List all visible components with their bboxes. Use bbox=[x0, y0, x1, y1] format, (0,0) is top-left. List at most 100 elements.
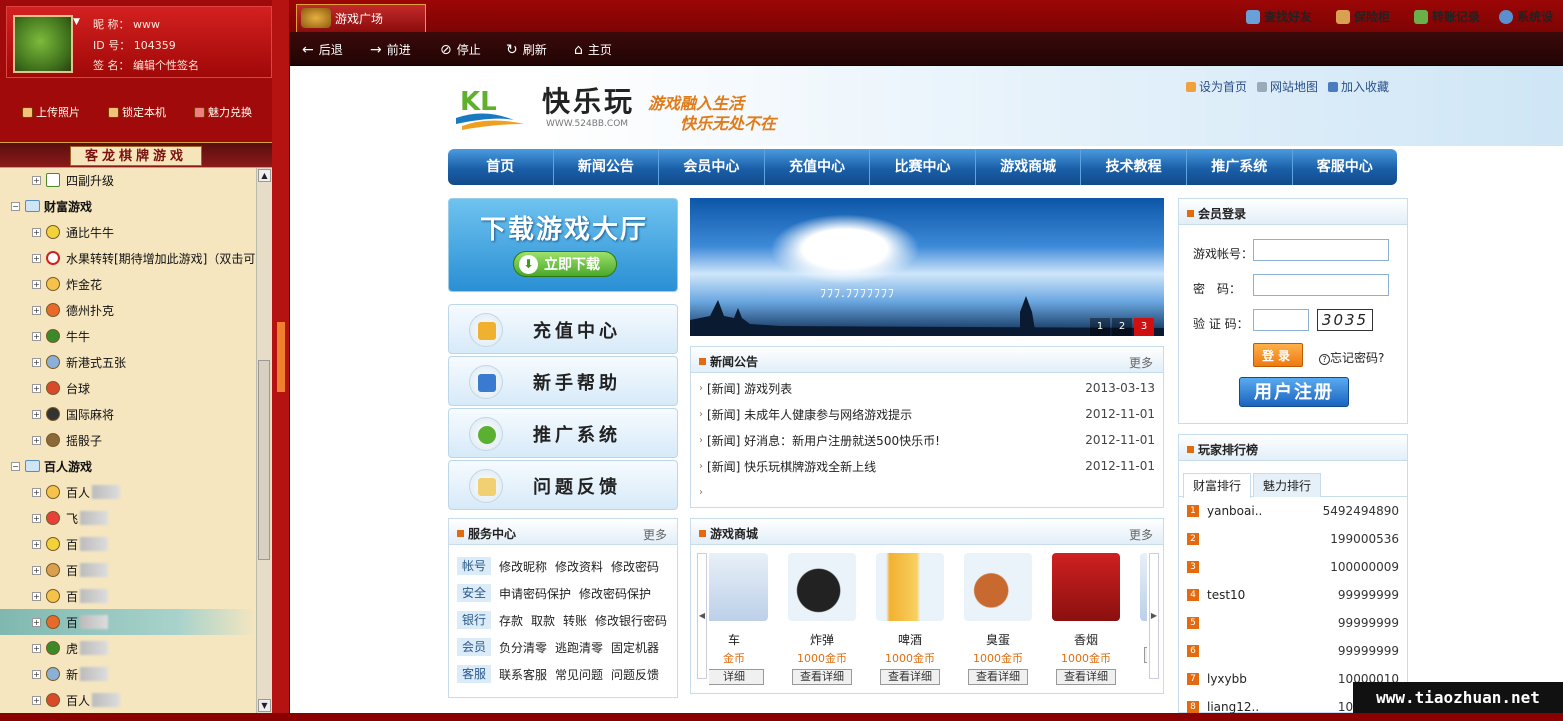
service-link[interactable]: 修改银行密码 bbox=[595, 612, 667, 629]
tree-game-item[interactable]: + 台球 bbox=[0, 375, 256, 401]
service-link[interactable]: 固定机器 bbox=[611, 639, 659, 656]
tab-wealth-rank[interactable]: 财富排行 bbox=[1183, 473, 1251, 498]
tree-game-item[interactable]: + 飞 bbox=[0, 505, 256, 531]
charm-exchange-button[interactable]: 魅力兑换 bbox=[194, 104, 252, 120]
tab-game-plaza[interactable]: 游戏广场 bbox=[296, 4, 426, 32]
service-link[interactable]: 取款 bbox=[531, 612, 555, 629]
quick-recharge[interactable]: 充值中心 bbox=[448, 304, 678, 354]
service-link[interactable]: 修改密码 bbox=[611, 558, 659, 575]
avatar[interactable] bbox=[13, 15, 73, 73]
tree-game-item[interactable]: + 百人 bbox=[0, 687, 256, 713]
tree-category-item[interactable]: − 财富游戏 bbox=[0, 193, 256, 219]
nav-item[interactable]: 充值中心 bbox=[765, 149, 871, 185]
forgot-password-link[interactable]: ? 忘记密码? bbox=[1319, 349, 1384, 366]
banner-page-2[interactable]: 2 bbox=[1112, 318, 1132, 336]
download-hall-box[interactable]: 下载游戏大厅 ⬇ 立即下载 bbox=[448, 198, 678, 292]
system-settings-link[interactable]: 系统设 bbox=[1499, 8, 1553, 25]
expand-icon[interactable]: + bbox=[32, 435, 41, 445]
safe-box-link[interactable]: 保险柜 bbox=[1336, 8, 1390, 25]
rank-player[interactable]: liang12.. bbox=[1207, 700, 1259, 714]
stop-button[interactable]: ⊘ 停止 bbox=[440, 41, 481, 58]
expand-icon[interactable]: + bbox=[32, 487, 41, 497]
tab-charm-rank[interactable]: 魅力排行 bbox=[1253, 473, 1321, 497]
upload-photo-button[interactable]: 上传照片 bbox=[22, 104, 80, 120]
news-item[interactable]: › [新闻] 游戏列表 2013-03-13 bbox=[699, 375, 1155, 401]
nav-item[interactable]: 比赛中心 bbox=[870, 149, 976, 185]
tree-game-item[interactable]: + 百 bbox=[0, 609, 256, 635]
nav-item[interactable]: 推广系统 bbox=[1187, 149, 1293, 185]
expand-icon[interactable]: + bbox=[32, 383, 41, 393]
shop-prev-arrow[interactable]: ◀ bbox=[697, 553, 707, 679]
shop-next-arrow[interactable]: ▶ bbox=[1149, 553, 1159, 679]
view-details-button[interactable]: 查看详细 bbox=[1056, 669, 1116, 685]
home-button[interactable]: ⌂ 主页 bbox=[574, 41, 612, 58]
service-link[interactable]: 联系客服 bbox=[499, 666, 547, 683]
splitter-handle[interactable] bbox=[277, 322, 285, 392]
expand-icon[interactable]: + bbox=[32, 279, 41, 289]
expand-icon[interactable]: + bbox=[32, 617, 41, 627]
expand-icon[interactable]: + bbox=[32, 539, 41, 549]
banner-page-3[interactable]: 3 bbox=[1134, 318, 1154, 336]
product-image[interactable] bbox=[788, 553, 856, 621]
collapse-icon[interactable]: − bbox=[11, 201, 20, 211]
rank-player[interactable]: yanboai.. bbox=[1207, 504, 1262, 518]
tree-game-item[interactable]: + 牛牛 bbox=[0, 323, 256, 349]
tree-game-item[interactable]: + 国际麻将 bbox=[0, 401, 256, 427]
back-button[interactable]: ← 后退 bbox=[302, 41, 343, 58]
service-link[interactable]: 修改密码保护 bbox=[579, 585, 651, 602]
tree-game-item[interactable]: + 新 bbox=[0, 661, 256, 687]
tree-game-item[interactable]: + 百人 bbox=[0, 479, 256, 505]
expand-icon[interactable]: + bbox=[32, 305, 41, 315]
tree-game-item[interactable]: + 新港式五张 bbox=[0, 349, 256, 375]
tree-game-item[interactable]: + 百 bbox=[0, 557, 256, 583]
news-item[interactable]: › [新闻] 快乐玩棋牌游戏全新上线 2012-11-01 bbox=[699, 453, 1155, 479]
tree-game-item[interactable]: + 虎 bbox=[0, 635, 256, 661]
quick-promotion[interactable]: 推广系统 bbox=[448, 408, 678, 458]
tree-game-item[interactable]: + 摇骰子 bbox=[0, 427, 256, 453]
expand-icon[interactable]: + bbox=[32, 227, 41, 237]
tree-category-item[interactable]: − 百人游戏 bbox=[0, 453, 256, 479]
service-link[interactable]: 修改昵称 bbox=[499, 558, 547, 575]
tree-game-item[interactable]: + 德州扑克 bbox=[0, 297, 256, 323]
expand-icon[interactable]: + bbox=[32, 175, 41, 185]
signature-edit-link[interactable]: 编辑个性签名 bbox=[133, 59, 199, 72]
expand-icon[interactable]: + bbox=[32, 409, 41, 419]
view-details-button[interactable]: 查 bbox=[1144, 647, 1147, 663]
collapse-icon[interactable]: − bbox=[11, 461, 20, 471]
scrollbar-thumb[interactable] bbox=[258, 360, 270, 560]
tree-game-item[interactable]: + 百 bbox=[0, 583, 256, 609]
expand-icon[interactable]: + bbox=[32, 591, 41, 601]
view-details-button[interactable]: 详细 bbox=[709, 669, 764, 685]
expand-icon[interactable]: + bbox=[32, 669, 41, 679]
tree-game-item[interactable]: + 四副升级 bbox=[0, 168, 256, 193]
scroll-up-arrow[interactable]: ▲ bbox=[258, 169, 271, 182]
nav-item[interactable]: 游戏商城 bbox=[976, 149, 1082, 185]
nav-item[interactable]: 新闻公告 bbox=[554, 149, 660, 185]
service-link[interactable]: 负分清零 bbox=[499, 639, 547, 656]
news-item[interactable]: › [新闻] 好消息：新用户注册就送500快乐币! 2012-11-01 bbox=[699, 427, 1155, 453]
captcha-input[interactable] bbox=[1253, 309, 1309, 331]
lock-machine-button[interactable]: 锁定本机 bbox=[108, 104, 166, 120]
service-link[interactable]: 申请密码保护 bbox=[499, 585, 571, 602]
expand-icon[interactable]: + bbox=[32, 357, 41, 367]
product-image[interactable] bbox=[1052, 553, 1120, 621]
tree-game-item[interactable]: + 水果转转[期待增加此游戏]（双击可 bbox=[0, 245, 256, 271]
nav-item[interactable]: 首页 bbox=[448, 149, 554, 185]
sitemap-link[interactable]: 网站地图 bbox=[1257, 78, 1318, 95]
add-favorite-link[interactable]: 加入收藏 bbox=[1328, 78, 1389, 95]
account-input[interactable] bbox=[1253, 239, 1389, 261]
login-button[interactable]: 登录 bbox=[1253, 343, 1303, 367]
service-link[interactable]: 存款 bbox=[499, 612, 523, 629]
nav-item[interactable]: 客服中心 bbox=[1293, 149, 1398, 185]
expand-icon[interactable]: + bbox=[32, 253, 41, 263]
service-link[interactable]: 转账 bbox=[563, 612, 587, 629]
nav-item[interactable]: 会员中心 bbox=[659, 149, 765, 185]
tree-game-item[interactable]: + 炸金花 bbox=[0, 271, 256, 297]
service-link[interactable]: 常见问题 bbox=[555, 666, 603, 683]
tree-game-item[interactable]: + 通比牛牛 bbox=[0, 219, 256, 245]
service-link[interactable]: 逃跑清零 bbox=[555, 639, 603, 656]
product-image[interactable] bbox=[964, 553, 1032, 621]
news-item[interactable]: › [新闻] 未成年人健康参与网络游戏提示 2012-11-01 bbox=[699, 401, 1155, 427]
view-details-button[interactable]: 查看详细 bbox=[880, 669, 940, 685]
find-friend-link[interactable]: 查找好友 bbox=[1246, 8, 1312, 25]
